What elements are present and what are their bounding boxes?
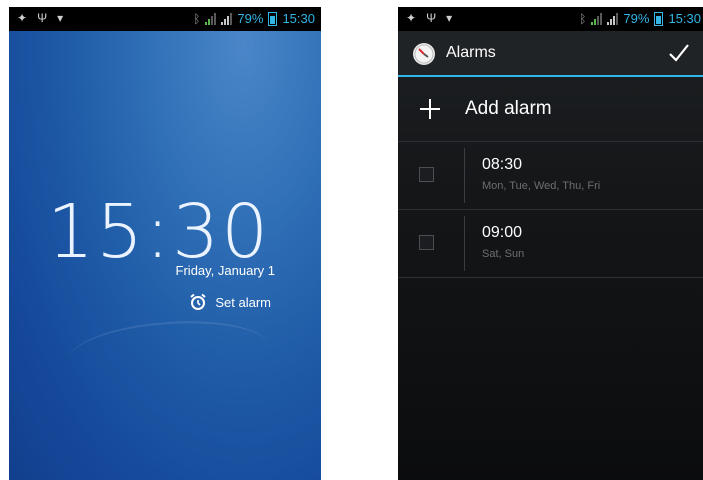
alarm-row[interactable]: 09:00 Sat, Sun	[398, 210, 703, 278]
status-clock: 15:30	[668, 11, 701, 26]
set-alarm-link[interactable]: Set alarm	[189, 293, 271, 311]
lock-clock: 15:30	[47, 189, 271, 275]
alarm-time: 08:30	[482, 156, 523, 173]
wifi-icon: ▾	[57, 11, 64, 25]
battery-icon	[654, 11, 664, 26]
usb-debug-icon: ✦	[406, 11, 417, 25]
signal-icon	[591, 12, 603, 25]
page-title: Alarms	[446, 44, 496, 61]
bluetooth-icon: ᛒ	[193, 11, 201, 26]
action-bar: Alarms	[398, 31, 703, 77]
signal-icon	[607, 12, 619, 25]
plus-icon	[420, 99, 440, 119]
battery-icon	[268, 11, 278, 26]
usb-debug-icon: ✦	[17, 11, 28, 25]
status-bar: ✦ Ψ ▾ ᛒ 79% 15:30	[398, 7, 703, 31]
divider	[464, 148, 465, 203]
alarms-screen: ✦ Ψ ▾ ᛒ 79% 15:30 Alarms Add alarm 08:30…	[398, 7, 703, 480]
alarm-days: Mon, Tue, Wed, Thu, Fri	[482, 180, 601, 192]
add-alarm-button[interactable]: Add alarm	[398, 77, 703, 142]
battery-percent: 79%	[237, 11, 264, 26]
signal-icon	[205, 12, 217, 25]
battery-percent: 79%	[623, 11, 650, 26]
clock-app-icon[interactable]	[412, 42, 436, 66]
status-bar: ✦ Ψ ▾ ᛒ 79% 15:30	[9, 7, 321, 31]
alarm-row[interactable]: 08:30 Mon, Tue, Wed, Thu, Fri	[398, 142, 703, 210]
divider	[464, 216, 465, 271]
signal-icon	[221, 12, 233, 25]
alarm-enable-checkbox[interactable]	[419, 167, 434, 182]
alarm-days: Sat, Sun	[482, 248, 525, 260]
alarm-enable-checkbox[interactable]	[419, 235, 434, 250]
wifi-icon: ▾	[446, 11, 453, 25]
lock-screen: ✦ Ψ ▾ ᛒ 79% 15:30 15:30 Friday, January …	[9, 7, 321, 480]
bluetooth-icon: ᛒ	[579, 11, 587, 26]
done-check-icon[interactable]	[665, 39, 693, 67]
lock-date: Friday, January 1	[175, 263, 275, 278]
alarm-clock-icon	[190, 293, 206, 310]
usb-icon: Ψ	[37, 11, 48, 25]
wallpaper-swirl	[67, 315, 271, 391]
usb-icon: Ψ	[426, 11, 437, 25]
status-clock: 15:30	[282, 11, 315, 26]
alarm-time: 09:00	[482, 224, 523, 241]
add-alarm-label: Add alarm	[465, 98, 552, 119]
set-alarm-label: Set alarm	[215, 294, 271, 310]
